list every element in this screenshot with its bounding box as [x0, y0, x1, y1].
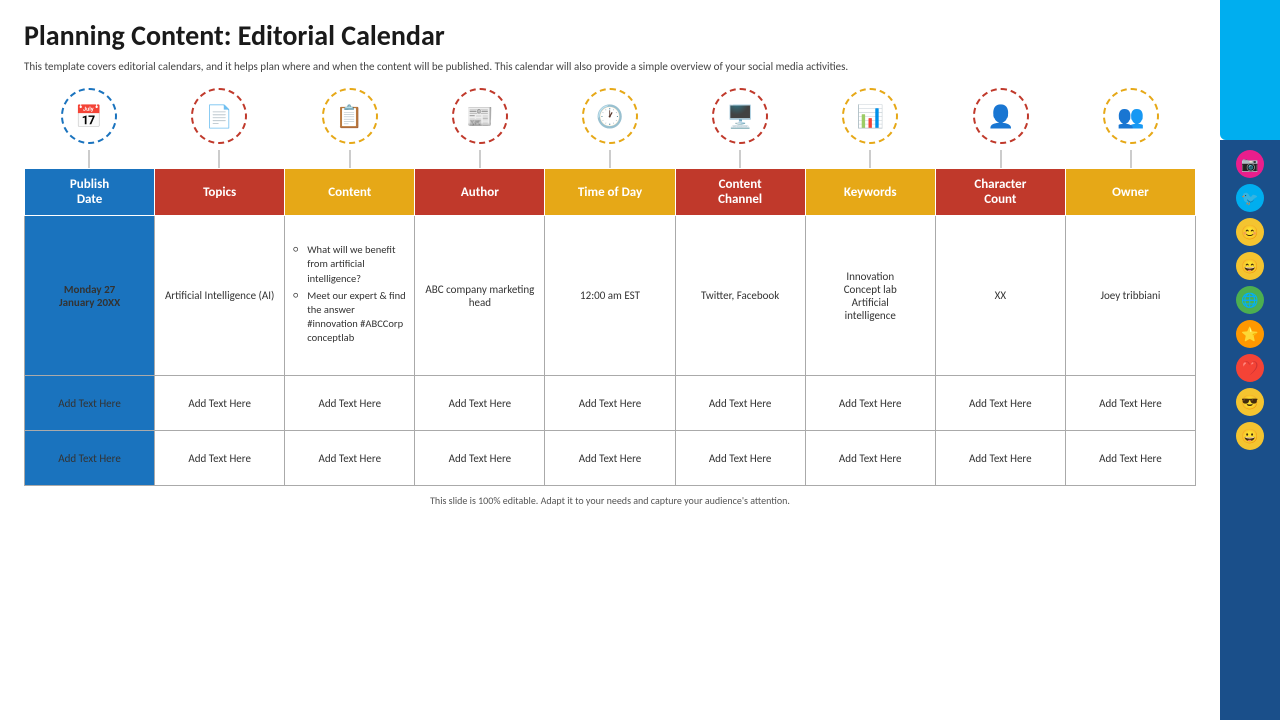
calendar-table-wrapper: PublishDate Topics Content Author Time o…: [24, 168, 1196, 486]
emoji-icon-3: 😎: [1236, 388, 1264, 416]
topics-placeholder-3: Add Text Here: [155, 431, 285, 486]
keywords-cell: InnovationConcept labArtificialintellige…: [805, 216, 935, 376]
top-accent-bar: [1220, 0, 1280, 140]
star-icon: ⭐: [1236, 320, 1264, 348]
heart-icon: ❤️: [1236, 354, 1264, 382]
content-icon: 📋: [322, 88, 378, 144]
main-content: Planning Content: Editorial Calendar Thi…: [0, 0, 1220, 720]
table-row: Monday 27January 20XX Artificial Intelli…: [25, 216, 1196, 376]
time-placeholder-3: Add Text Here: [545, 431, 675, 486]
keywords-icon: 📊: [842, 88, 898, 144]
emoji-icon-2: 😄: [1236, 252, 1264, 280]
owner-cell: Joey tribbiani: [1065, 216, 1195, 376]
keywords-placeholder-3: Add Text Here: [805, 431, 935, 486]
author-placeholder-2: Add Text Here: [415, 376, 545, 431]
calendar-icon: 📅: [61, 88, 117, 144]
time-cell: 12:00 am EST: [545, 216, 675, 376]
time-icon: 🕐: [582, 88, 638, 144]
emoji-icon-4: 😀: [1236, 422, 1264, 450]
table-row: Add Text Here Add Text Here Add Text Her…: [25, 376, 1196, 431]
keywords-placeholder-2: Add Text Here: [805, 376, 935, 431]
publish-date-cell: Monday 27January 20XX: [25, 216, 155, 376]
footer-text: This slide is 100% editable. Adapt it to…: [24, 494, 1196, 507]
th-topics: Topics: [155, 169, 285, 216]
th-publish-date: PublishDate: [25, 169, 155, 216]
topics-placeholder-2: Add Text Here: [155, 376, 285, 431]
content-list: What will we benefit from artificial int…: [289, 243, 410, 345]
content-item-2: Meet our expert & find the answer #innov…: [293, 289, 406, 346]
globe-icon: 🌐: [1236, 286, 1264, 314]
th-owner: Owner: [1065, 169, 1195, 216]
instagram-icon: 📷: [1236, 150, 1264, 178]
owner-placeholder-3: Add Text Here: [1065, 431, 1195, 486]
owner-icon: 👥: [1103, 88, 1159, 144]
owner-placeholder-2: Add Text Here: [1065, 376, 1195, 431]
time-placeholder-2: Add Text Here: [545, 376, 675, 431]
page-title: Planning Content: Editorial Calendar: [24, 18, 1196, 53]
table-header-row: PublishDate Topics Content Author Time o…: [25, 169, 1196, 216]
emoji-icon-1: 😊: [1236, 218, 1264, 246]
topics-icon: 📄: [191, 88, 247, 144]
th-content-channel: ContentChannel: [675, 169, 805, 216]
table-row: Add Text Here Add Text Here Add Text Her…: [25, 431, 1196, 486]
content-placeholder-2: Add Text Here: [285, 376, 415, 431]
topics-cell: Artificial Intelligence (AI): [155, 216, 285, 376]
character-placeholder-2: Add Text Here: [935, 376, 1065, 431]
character-count-cell: XX: [935, 216, 1065, 376]
publish-date-placeholder-3: Add Text Here: [25, 431, 155, 486]
calendar-table: PublishDate Topics Content Author Time o…: [24, 168, 1196, 486]
content-item-1: What will we benefit from artificial int…: [293, 243, 406, 286]
page-subtitle: This template covers editorial calendars…: [24, 59, 1196, 74]
publish-date-placeholder-2: Add Text Here: [25, 376, 155, 431]
character-icon: 👤: [973, 88, 1029, 144]
channel-placeholder-2: Add Text Here: [675, 376, 805, 431]
th-keywords: Keywords: [805, 169, 935, 216]
th-time-of-day: Time of Day: [545, 169, 675, 216]
character-placeholder-3: Add Text Here: [935, 431, 1065, 486]
author-placeholder-3: Add Text Here: [415, 431, 545, 486]
author-cell: ABC company marketing head: [415, 216, 545, 376]
channel-icon: 🖥️: [712, 88, 768, 144]
right-sidebar: 📷 🐦 😊 😄 🌐 ⭐ ❤️ 😎 😀: [1220, 140, 1280, 720]
content-placeholder-3: Add Text Here: [285, 431, 415, 486]
th-content: Content: [285, 169, 415, 216]
author-icon: 📰: [452, 88, 508, 144]
twitter-icon: 🐦: [1236, 184, 1264, 212]
channel-cell: Twitter, Facebook: [675, 216, 805, 376]
icons-row: 📅 📄 📋 📰: [24, 88, 1196, 168]
th-author: Author: [415, 169, 545, 216]
content-cell: What will we benefit from artificial int…: [285, 216, 415, 376]
channel-placeholder-3: Add Text Here: [675, 431, 805, 486]
th-character-count: CharacterCount: [935, 169, 1065, 216]
